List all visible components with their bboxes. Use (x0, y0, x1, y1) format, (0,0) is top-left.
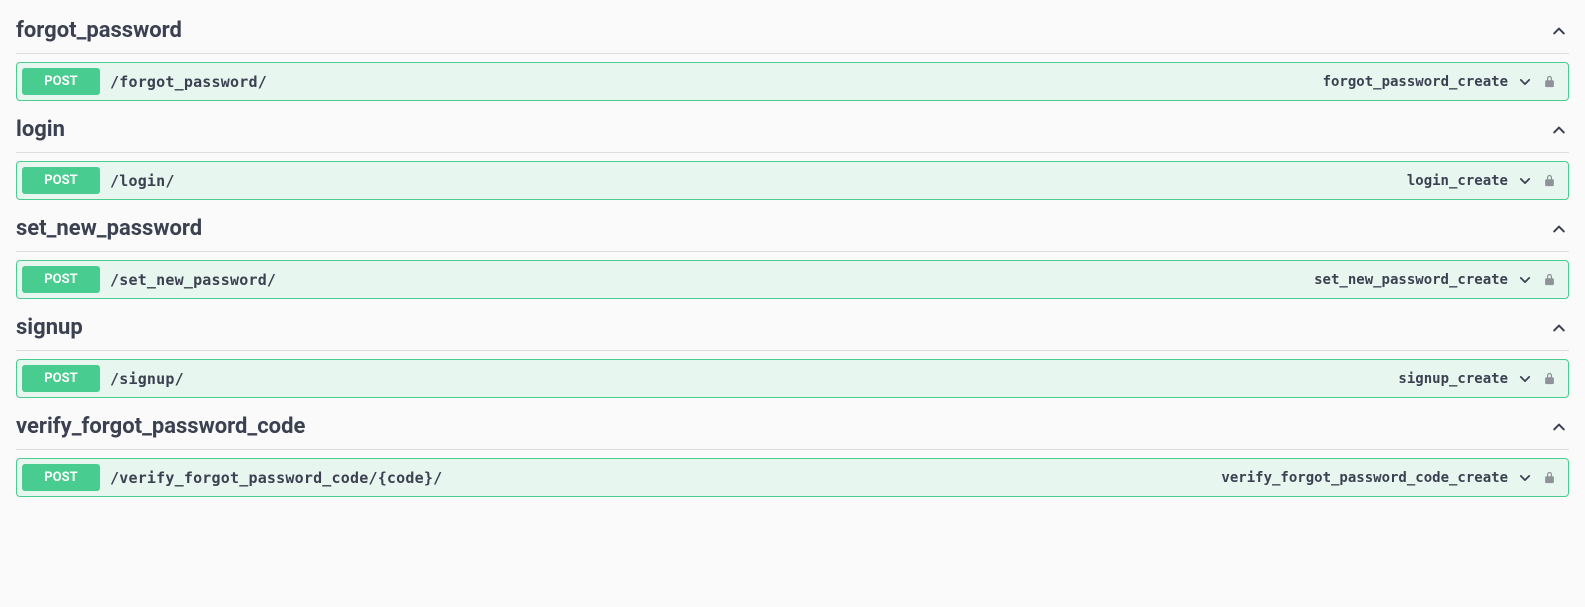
lock-icon[interactable] (1540, 73, 1558, 91)
operation-block[interactable]: POST/verify_forgot_password_code/{code}/… (16, 458, 1569, 497)
tag-section: signup POST/signup/signup_create (16, 307, 1569, 398)
lock-icon[interactable] (1540, 370, 1558, 388)
chevron-up-icon[interactable] (1549, 417, 1569, 437)
endpoint-path: /forgot_password/ (110, 73, 1323, 91)
endpoint-path: /set_new_password/ (110, 271, 1314, 289)
operation-block[interactable]: POST/forgot_password/forgot_password_cre… (16, 62, 1569, 101)
tag-section: forgot_password POST/forgot_password/forg… (16, 10, 1569, 101)
chevron-up-icon[interactable] (1549, 21, 1569, 41)
tag-title: signup (16, 315, 83, 340)
lock-icon[interactable] (1540, 271, 1558, 289)
operation-id: verify_forgot_password_code_create (1221, 470, 1508, 486)
operation-id: set_new_password_create (1314, 272, 1508, 288)
tag-title: login (16, 117, 65, 142)
chevron-down-icon[interactable] (1516, 172, 1534, 190)
tag-header[interactable]: forgot_password (16, 10, 1569, 54)
operation-controls: verify_forgot_password_code_create (1221, 469, 1558, 487)
tag-header[interactable]: signup (16, 307, 1569, 351)
chevron-down-icon[interactable] (1516, 73, 1534, 91)
endpoint-path: /verify_forgot_password_code/{code}/ (110, 469, 1221, 487)
tag-header[interactable]: set_new_password (16, 208, 1569, 252)
chevron-down-icon[interactable] (1516, 271, 1534, 289)
tag-header[interactable]: verify_forgot_password_code (16, 406, 1569, 450)
chevron-down-icon[interactable] (1516, 370, 1534, 388)
tag-header[interactable]: login (16, 109, 1569, 153)
lock-icon[interactable] (1540, 469, 1558, 487)
tag-section: set_new_password POST/set_new_password/se… (16, 208, 1569, 299)
operation-controls: set_new_password_create (1314, 271, 1558, 289)
method-badge: POST (22, 464, 100, 491)
operation-controls: forgot_password_create (1323, 73, 1558, 91)
method-badge: POST (22, 68, 100, 95)
chevron-up-icon[interactable] (1549, 219, 1569, 239)
lock-icon[interactable] (1540, 172, 1558, 190)
operation-block[interactable]: POST/login/login_create (16, 161, 1569, 200)
tag-title: forgot_password (16, 18, 182, 43)
chevron-down-icon[interactable] (1516, 469, 1534, 487)
endpoint-path: /signup/ (110, 370, 1398, 388)
method-badge: POST (22, 266, 100, 293)
tag-section: verify_forgot_password_code POST/verify_f… (16, 406, 1569, 497)
tag-section: login POST/login/login_create (16, 109, 1569, 200)
operation-block[interactable]: POST/set_new_password/set_new_password_c… (16, 260, 1569, 299)
operation-block[interactable]: POST/signup/signup_create (16, 359, 1569, 398)
tag-title: verify_forgot_password_code (16, 414, 305, 439)
tag-title: set_new_password (16, 216, 202, 241)
operation-controls: signup_create (1398, 370, 1558, 388)
operation-id: signup_create (1398, 371, 1508, 387)
method-badge: POST (22, 167, 100, 194)
chevron-up-icon[interactable] (1549, 318, 1569, 338)
chevron-up-icon[interactable] (1549, 120, 1569, 140)
method-badge: POST (22, 365, 100, 392)
operation-controls: login_create (1407, 172, 1558, 190)
endpoint-path: /login/ (110, 172, 1407, 190)
operation-id: forgot_password_create (1323, 74, 1508, 90)
operation-id: login_create (1407, 173, 1508, 189)
